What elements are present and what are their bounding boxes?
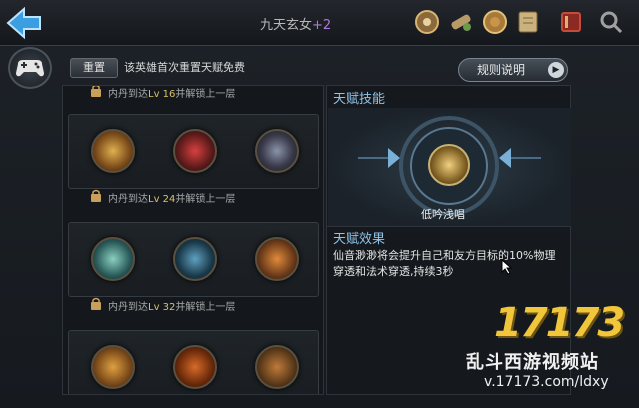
- lock-icon: [91, 297, 101, 310]
- talent-tier-1: [68, 114, 319, 189]
- section-divider: [327, 226, 570, 227]
- gamepad-button[interactable]: [8, 47, 52, 89]
- map-scroll-icon[interactable]: [514, 8, 542, 36]
- lock-icon: [91, 86, 101, 97]
- talent-node[interactable]: [91, 237, 135, 281]
- hero-bonus: +2: [312, 18, 332, 33]
- reset-free-note: 该英雄首次重置天赋免费: [124, 61, 245, 74]
- search-icon[interactable]: [597, 8, 625, 36]
- site-watermark: 17173 乱斗西游视频站 v.17173.com/ldxy: [466, 300, 636, 404]
- talent-node[interactable]: [173, 129, 217, 173]
- top-bar: 九天玄女+2: [0, 0, 639, 46]
- gamepad-icon: [16, 60, 44, 77]
- scroll-icon[interactable]: [447, 8, 475, 36]
- talent-tree-panel[interactable]: 内丹到达Lv 16并解锁上一层 内丹到达Lv 24并解锁上一层 内丹到达Lv 3…: [62, 85, 324, 395]
- mouse-cursor-icon: [501, 259, 513, 275]
- effect-section-title: 天赋效果: [333, 232, 386, 247]
- skill-name: 低吟浅唱: [421, 208, 465, 221]
- back-arrow-icon[interactable]: [4, 6, 44, 40]
- talent-node[interactable]: [173, 345, 217, 389]
- skill-icon[interactable]: [428, 144, 470, 186]
- talent-node[interactable]: [91, 345, 135, 389]
- talent-node[interactable]: [255, 129, 299, 173]
- talent-tier-2: [68, 222, 319, 297]
- watermark-url: v.17173.com/ldxy: [484, 374, 609, 390]
- hero-name-title: 九天玄女+2: [260, 14, 331, 33]
- medal-icon[interactable]: [481, 8, 509, 36]
- talent-tier-3: [68, 330, 319, 394]
- talent-node[interactable]: [173, 237, 217, 281]
- rules-button[interactable]: 规则说明 ▶: [458, 58, 568, 82]
- talent-screen: 九天玄女+2 重置 该英雄首次重置天赋免费 规则说明 ▶ 内丹到达Lv 16并解…: [0, 0, 639, 408]
- effect-description: 仙音渺渺将会提升自己和友方目标的10%物理穿透和法术穿透,持续3秒: [333, 249, 556, 278]
- unlock-requirement-1: 内丹到达Lv 16并解锁上一层: [91, 86, 235, 100]
- unlock-requirement-3: 内丹到达Lv 32并解锁上一层: [91, 297, 235, 313]
- talent-node[interactable]: [255, 345, 299, 389]
- unlock-requirement-2: 内丹到达Lv 24并解锁上一层: [91, 189, 235, 205]
- talent-node[interactable]: [255, 237, 299, 281]
- lock-icon: [91, 189, 101, 202]
- watermark-logo: 17173: [494, 300, 625, 346]
- reset-button[interactable]: 重置: [70, 58, 118, 78]
- play-arrow-icon: ▶: [548, 62, 564, 78]
- rules-button-label: 规则说明: [477, 63, 526, 77]
- hero-name: 九天玄女: [260, 18, 313, 33]
- watermark-site-name: 乱斗西游视频站: [466, 352, 599, 373]
- skill-display: 低吟浅唱: [328, 108, 571, 226]
- skill-section-title: 天赋技能: [333, 92, 386, 107]
- book-icon[interactable]: [557, 8, 585, 36]
- compass-icon[interactable]: [413, 8, 441, 36]
- talent-node[interactable]: [91, 129, 135, 173]
